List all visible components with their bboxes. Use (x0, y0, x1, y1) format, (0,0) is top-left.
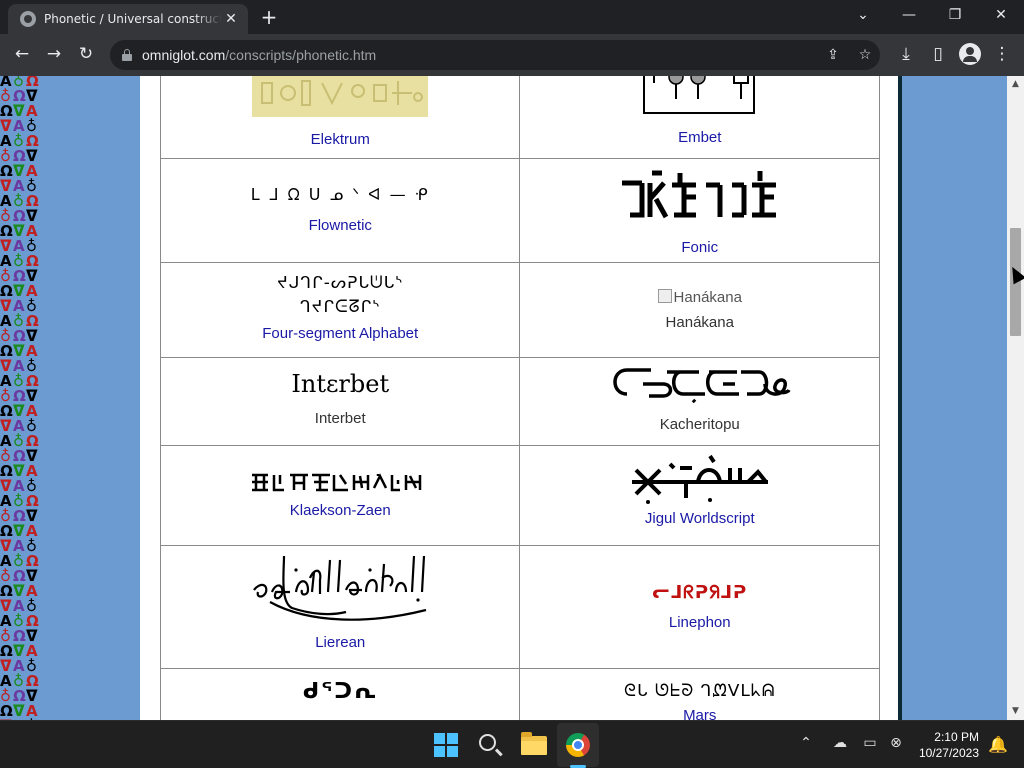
decorative-glyph-strip: A ♁ Ω ♁ Ω ᐁ Ω ᐁ A ᐁ A ♁ A ♁ Ω ♁ Ω ᐁ Ω ᐁ A ᐁ A ♁ A ♁ Ω ♁ Ω ᐁ Ω ᐁ A ᐁ A ♁ A ♁ Ω ♁… (0, 76, 42, 720)
chrome-icon[interactable] (562, 729, 594, 761)
script-link-jigul-worldscript[interactable]: Jigul Worldscript (520, 510, 879, 527)
script-link-fonic[interactable]: Fonic (520, 239, 879, 256)
close-tab-icon[interactable]: ✕ (222, 11, 240, 27)
script-link-embet[interactable]: Embet (520, 129, 879, 146)
scripts-table: Elektrum Embet ᒪ ᒧ ᘯ ᑌ ᓄ ᐠ ᐊ — ᑶ Flownet… (159, 76, 880, 720)
table-cell: ᔪᒍᒉᒋ-ᔕᕈᒐᕫᒐᔅ ᒉᔪᒋᕮᘔᒋᔅ Four-segment Alphabe… (159, 262, 521, 358)
table-cell: Embet (519, 76, 880, 159)
forward-button[interactable]: → (41, 43, 67, 67)
table-cell: ᓕᒧᖇᕈᖆᒧᕈ Linephon (519, 545, 880, 669)
table-cell: ᒪ ᒧ ᘯ ᑌ ᓄ ᐠ ᐊ — ᑶ Flownetic (159, 158, 521, 263)
new-tab-button[interactable]: + (257, 6, 281, 30)
menu-icon[interactable]: ⋮ (989, 43, 1015, 67)
close-window-button[interactable]: ✕ (978, 4, 1024, 30)
windows-taskbar: ⌃ ☁ ▭ ⊗ 2:10 PM 10/27/2023 🔔 (0, 720, 1024, 768)
page-viewport: A ♁ Ω ♁ Ω ᐁ Ω ᐁ A ᐁ A ♁ A ♁ Ω ♁ Ω ᐁ Ω ᐁ A ᐁ A ♁ A ♁ Ω ♁ Ω ᐁ Ω ᐁ A ᐁ A ♁ A ♁ Ω ♁… (0, 76, 1024, 720)
download-icon[interactable]: ⤓ (893, 43, 919, 67)
fonic-sample-image (621, 170, 776, 219)
table-row: Klaekson-Zaen Jigul Worldscript (159, 445, 880, 546)
table-cell: Fonic (519, 158, 880, 263)
klaekson-zaen-sample-image (252, 473, 422, 492)
display-icon[interactable]: ▭ (860, 735, 880, 751)
url-text[interactable]: omniglot.com/conscripts/phonetic.htm (142, 47, 376, 63)
file-explorer-icon[interactable] (518, 729, 550, 761)
lierean-sample-image (253, 555, 427, 621)
table-cell: Lierean (159, 545, 521, 669)
elektrum-sample-image (252, 76, 429, 117)
url-host: omniglot.com (142, 47, 226, 63)
four-segment-line-1: ᔪᒍᒉᒋ-ᔕᕈᒐᕫᒐᔅ (277, 273, 404, 293)
script-link-mars[interactable]: Mars (520, 707, 879, 720)
script-label-hanakana: Hanákana (665, 314, 734, 331)
interbet-sample-text: Intɛrbet (291, 370, 390, 398)
script-label-kacheritopu: Kacheritopu (659, 416, 740, 433)
linephon-sample-text: ᓕᒧᖇᕈᖆᒧᕈ (652, 582, 748, 603)
table-row: Intɛrbet Interbet Kacheritopu (159, 357, 880, 446)
script-link-klaekson-zaen[interactable]: Klaekson-Zaen (161, 502, 519, 519)
table-cell: Hanákana Hanákana (519, 262, 880, 358)
flownetic-sample-text: ᒪ ᒧ ᘯ ᑌ ᓄ ᐠ ᐊ — ᑶ (250, 185, 430, 204)
browser-tab-active[interactable]: Phonetic / Universal constructed ✕ (8, 4, 248, 34)
script-link-four-segment-alphabet[interactable]: Four-segment Alphabet (161, 325, 519, 342)
four-segment-sample-text: ᔪᒍᒉᒋ-ᔕᕈᒐᕫᒐᔅ ᒉᔪᒋᕮᘔᒋᔅ (161, 271, 519, 319)
profile-avatar[interactable] (959, 43, 981, 65)
script-label-interbet: Interbet (314, 410, 366, 427)
kacheritopu-sample-image (613, 368, 791, 404)
content-column: Elektrum Embet ᒪ ᒧ ᘯ ᑌ ᓄ ᐠ ᐊ — ᑶ Flownet… (140, 76, 902, 720)
hanakana-broken-image[interactable]: Hanákana (658, 289, 742, 306)
table-cell: ᑯᕐᑐᕆ (159, 668, 521, 720)
table-row: Elektrum Embet (159, 76, 880, 159)
table-cell: Kacheritopu (519, 357, 880, 446)
broken-image-placeholder: Hanákana (520, 287, 879, 306)
address-bar[interactable]: omniglot.com/conscripts/phonetic.htm ⇪ ☆ (110, 40, 880, 70)
tab-title: Phonetic / Universal constructed (44, 12, 222, 26)
table-cell: ᘓᒐ ᘎᖶᘐ ᒉᘻᐯᒪᖾᕱ Mars (519, 668, 880, 720)
start-button-windows-icon[interactable] (430, 729, 462, 761)
scroll-down-arrow-icon[interactable]: ▼ (1007, 703, 1024, 720)
globe-icon (20, 11, 36, 27)
onedrive-icon[interactable]: ☁ (830, 735, 850, 751)
script-link-elektrum[interactable]: Elektrum (161, 131, 519, 148)
lock-icon[interactable] (122, 49, 132, 61)
table-cell: Klaekson-Zaen (159, 445, 521, 546)
table-row: Lierean ᓕᒧᖇᕈᖆᒧᕈ Linephon (159, 545, 880, 669)
minimize-button[interactable]: — (886, 4, 932, 30)
tab-search-button[interactable]: ⌄ (840, 4, 886, 30)
partial-script-sample-text: ᑯᕐᑐᕆ (302, 679, 378, 704)
jigul-worldscript-sample-image (631, 454, 768, 504)
script-link-lierean[interactable]: Lierean (161, 634, 519, 651)
back-button[interactable]: ← (9, 43, 35, 67)
vertical-scrollbar[interactable]: ▲ ▼ (1007, 76, 1024, 720)
browser-toolbar: ← → ↻ omniglot.com/conscripts/phonetic.h… (0, 34, 1024, 76)
search-icon[interactable] (474, 729, 506, 761)
table-row: ᑯᕐᑐᕆ ᘓᒐ ᘎᖶᘐ ᒉᘻᐯᒪᖾᕱ Mars (159, 668, 880, 720)
table-cell: Elektrum (159, 76, 521, 159)
scroll-up-arrow-icon[interactable]: ▲ (1007, 76, 1024, 93)
clock-time: 2:10 PM (934, 730, 979, 744)
table-cell: Jigul Worldscript (519, 445, 880, 546)
table-row: ᒪ ᒧ ᘯ ᑌ ᓄ ᐠ ᐊ — ᑶ Flownetic Fonic (159, 158, 880, 263)
network-disconnected-icon[interactable]: ⊗ (886, 735, 906, 751)
reload-button[interactable]: ↻ (73, 43, 99, 67)
tray-overflow-chevron-icon[interactable]: ⌃ (796, 735, 816, 751)
google-lens-icon[interactable] (790, 45, 812, 65)
four-segment-line-2: ᒉᔪᒋᕮᘔᒋᔅ (300, 297, 381, 317)
url-path: /conscripts/phonetic.htm (225, 47, 377, 63)
mars-sample-text: ᘓᒐ ᘎᖶᘐ ᒉᘻᐯᒪᖾᕱ (623, 681, 776, 701)
share-icon[interactable]: ⇪ (822, 45, 844, 65)
script-link-linephon[interactable]: Linephon (520, 614, 879, 631)
table-cell: Intɛrbet Interbet (159, 357, 521, 446)
embet-sample-image (642, 76, 755, 114)
table-row: ᔪᒍᒉᒋ-ᔕᕈᒐᕫᒐᔅ ᒉᔪᒋᕮᘔᒋᔅ Four-segment Alphabe… (159, 262, 880, 358)
tab-strip: Phonetic / Universal constructed ✕ + ⌄ —… (0, 0, 1024, 34)
clock-date: 10/27/2023 (918, 746, 979, 760)
side-panel-icon[interactable]: ▯ (925, 43, 951, 67)
script-link-flownetic[interactable]: Flownetic (161, 217, 519, 234)
notification-bell-icon[interactable]: 🔔 (988, 735, 1008, 754)
bookmark-star-icon[interactable]: ☆ (854, 45, 876, 65)
restore-button[interactable]: ❐ (932, 4, 978, 30)
taskbar-clock[interactable]: 2:10 PM 10/27/2023 (915, 729, 979, 761)
